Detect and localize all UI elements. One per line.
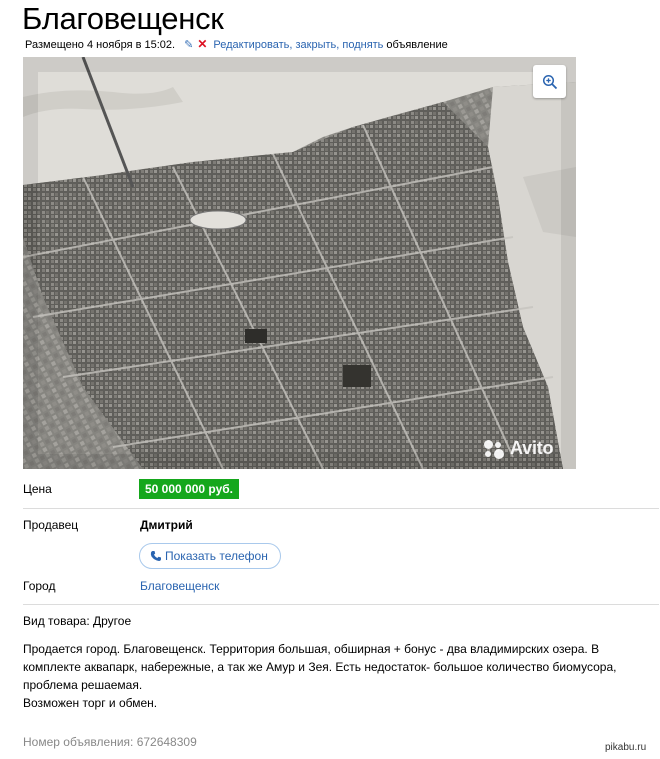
close-icon[interactable]: ✕ (197, 37, 207, 51)
ad-photo[interactable] (23, 57, 576, 469)
description-text: Продается город. Благовещенск. Территори… (23, 642, 617, 692)
divider (23, 604, 659, 605)
ad-meta: Размещено 4 ноября в 15:02. ✎ ✕ Редактирова… (25, 37, 448, 52)
category: Вид товара: Другое (23, 614, 132, 628)
edit-links-tail: объявление (386, 39, 448, 51)
city-label: Город (23, 579, 56, 593)
show-phone-label: Показать телефон (165, 549, 268, 563)
city-link[interactable]: Благовещенск (140, 579, 219, 594)
description: Продается город. Благовещенск. Территори… (23, 640, 643, 712)
seller-name: Дмитрий (140, 518, 193, 532)
pencil-icon[interactable]: ✎ (184, 39, 193, 51)
avito-watermark: Avito (484, 438, 554, 459)
description-extra: Возможен торг и обмен. (23, 696, 158, 710)
edit-links[interactable]: Редактировать, закрыть, поднять (213, 39, 383, 51)
zoom-button[interactable] (533, 65, 566, 98)
price-badge: 50 000 000 руб. (139, 479, 239, 499)
source-watermark: pikabu.ru (605, 742, 647, 753)
price-label: Цена (23, 482, 52, 496)
show-phone-button[interactable]: Показать телефон (139, 543, 281, 569)
divider (23, 508, 659, 509)
ad-number: Номер объявления: 672648309 (23, 735, 197, 749)
avito-logo-icon (484, 439, 506, 459)
avito-word: Avito (510, 438, 554, 458)
aerial-city-image (23, 57, 576, 469)
posted-date: Размещено 4 ноября в 15:02. (25, 39, 176, 51)
phone-icon (150, 551, 161, 561)
seller-label: Продавец (23, 518, 79, 532)
zoom-in-icon (542, 74, 557, 89)
ad-title: Благовещенск (22, 1, 224, 36)
